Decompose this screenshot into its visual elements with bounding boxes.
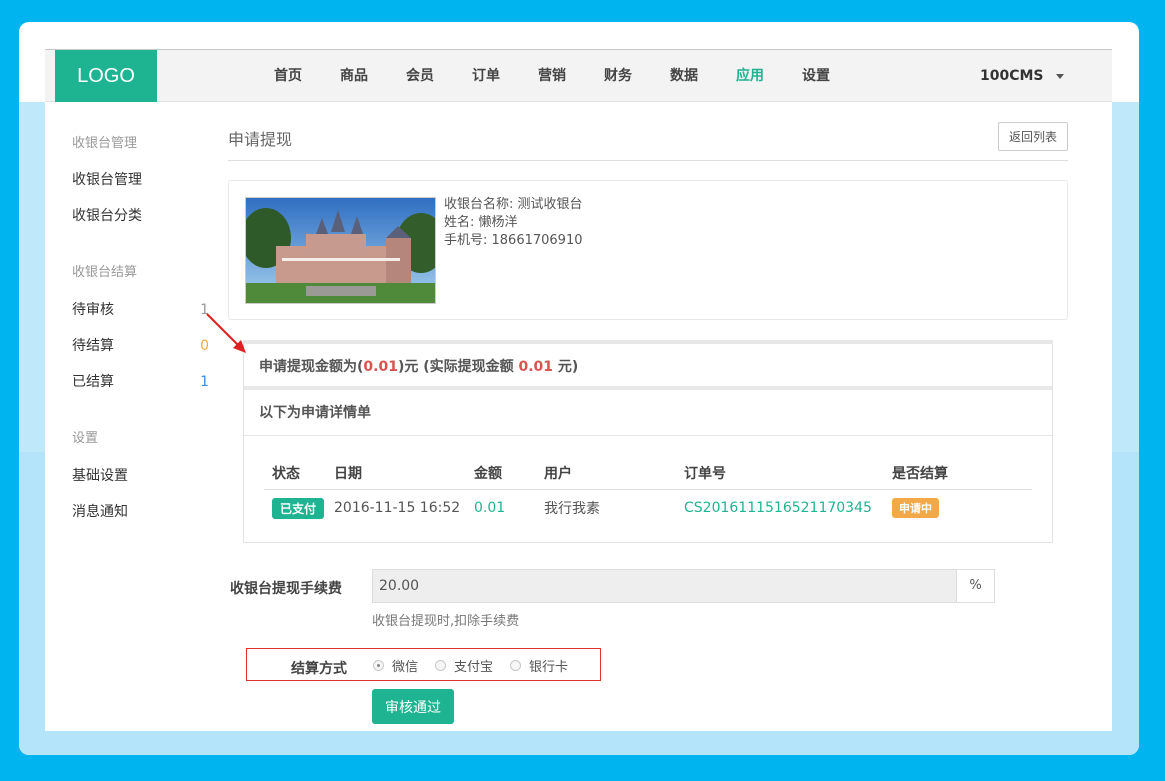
status-badge: 已支付 — [272, 497, 325, 519]
sidebar-item-cashier-manage[interactable]: 收银台管理 — [72, 170, 217, 190]
actual-amount: 0.01 — [518, 359, 554, 375]
cashier-info-card: 收银台名称: 测试收银台 姓名: 懒杨洋 手机号: 18661706910 — [228, 180, 1068, 320]
cashier-info: 收银台名称: 测试收银台 姓名: 懒杨洋 手机号: 18661706910 — [444, 196, 583, 250]
table-header-row: 状态 日期 金额 用户 订单号 是否结算 — [264, 456, 1032, 490]
sidebar-group-settings: 设置 — [72, 431, 99, 446]
percent-addon: % — [957, 569, 995, 603]
sidebar-item-cashier-category[interactable]: 收银台分类 — [72, 206, 217, 226]
nav-item-settings[interactable]: 设置 — [783, 50, 849, 102]
detail-table: 状态 日期 金额 用户 订单号 是否结算 已支付 2016-11-15 16:5… — [264, 456, 1032, 526]
row-date: 2016-11-15 16:52 — [334, 500, 461, 516]
fee-help-text: 收银台提现时,扣除手续费 — [372, 614, 520, 629]
sidebar-item-label: 待审核 — [72, 302, 114, 318]
user-menu[interactable]: 100CMS — [980, 50, 1064, 102]
sidebar-item-to-settle[interactable]: 待结算 0 — [72, 336, 217, 356]
person-name: 姓名: 懒杨洋 — [444, 215, 518, 230]
column-header-status: 状态 — [272, 465, 300, 482]
row-user: 我行我素 — [544, 501, 600, 517]
column-header-amount: 金额 — [474, 465, 502, 482]
cashier-photo — [245, 197, 436, 304]
cashier-name: 收银台名称: 测试收银台 — [444, 197, 583, 212]
amount-suffix: 元) — [553, 359, 579, 375]
settle-status-badge: 申请中 — [892, 498, 939, 518]
phone-number: 手机号: 18661706910 — [444, 233, 583, 248]
settlement-label: 结算方式 — [291, 661, 347, 677]
nav-item-members[interactable]: 会员 — [387, 50, 453, 102]
main-nav: 首页 商品 会员 订单 营销 财务 数据 应用 设置 — [255, 50, 849, 102]
withdrawal-amount-line: 申请提现金额为(0.01)元 (实际提现金额 0.01 元) — [244, 344, 1052, 390]
order-number-link[interactable]: CS2016111516521170345 — [684, 500, 892, 516]
approve-button[interactable]: 审核通过 — [372, 689, 454, 724]
radio-alipay[interactable]: 支付宝 — [435, 656, 493, 675]
sidebar-item-label: 待结算 — [72, 338, 114, 354]
caret-down-icon — [1055, 73, 1064, 79]
top-navbar: LOGO 首页 商品 会员 订单 营销 财务 数据 应用 设置 100CMS — [45, 50, 1112, 102]
settlement-options: 微信 支付宝 银行卡 — [373, 649, 585, 682]
annotation-arrow-icon — [206, 313, 246, 353]
sidebar-item-notifications[interactable]: 消息通知 — [72, 502, 217, 522]
detail-title: 以下为申请详情单 — [244, 390, 1052, 436]
sidebar-item-pending[interactable]: 待审核 1 — [72, 300, 217, 320]
nav-item-home[interactable]: 首页 — [255, 50, 321, 102]
radio-bank-card[interactable]: 银行卡 — [510, 656, 568, 675]
column-header-order-no: 订单号 — [684, 465, 726, 482]
radio-wechat[interactable]: 微信 — [373, 656, 418, 675]
column-header-settled: 是否结算 — [892, 465, 948, 482]
radio-label: 银行卡 — [529, 660, 569, 675]
nav-item-goods[interactable]: 商品 — [321, 50, 387, 102]
nav-item-orders[interactable]: 订单 — [453, 50, 519, 102]
nav-item-finance[interactable]: 财务 — [585, 50, 651, 102]
sidebar-item-label: 已结算 — [72, 374, 114, 390]
fee-label: 收银台提现手续费 — [230, 581, 342, 597]
radio-selected-icon — [373, 660, 384, 671]
sidebar-group-settlement: 收银台结算 — [72, 265, 138, 280]
sidebar-item-basic-settings[interactable]: 基础设置 — [72, 466, 217, 486]
radio-label: 微信 — [392, 660, 419, 675]
amount-prefix: 申请提现金额为( — [259, 359, 364, 375]
requested-amount: 0.01 — [363, 359, 398, 375]
fee-input[interactable]: 20.00 — [372, 569, 957, 603]
row-amount: 0.01 — [474, 500, 506, 516]
column-header-date: 日期 — [334, 465, 362, 482]
app-window: LOGO 首页 商品 会员 订单 营销 财务 数据 应用 设置 100CMS 收… — [45, 49, 1112, 731]
sidebar-group-cashier: 收银台管理 — [72, 136, 138, 151]
radio-label: 支付宝 — [454, 660, 494, 675]
table-row: 已支付 2016-11-15 16:52 0.01 我行我素 CS2016111… — [264, 490, 1032, 526]
sidebar-item-settled[interactable]: 已结算 1 — [72, 372, 217, 392]
nav-item-apps[interactable]: 应用 — [717, 50, 783, 102]
nav-item-data[interactable]: 数据 — [651, 50, 717, 102]
withdrawal-panel: 申请提现金额为(0.01)元 (实际提现金额 0.01 元) 以下为申请详情单 … — [243, 340, 1053, 543]
amount-mid: )元 (实际提现金额 — [397, 359, 519, 375]
settlement-method-group: 结算方式 微信 支付宝 银行卡 — [246, 648, 601, 681]
column-header-user: 用户 — [544, 465, 572, 482]
logo[interactable]: LOGO — [55, 50, 157, 102]
divider — [228, 160, 1068, 161]
page-title: 申请提现 — [228, 130, 293, 149]
user-name: 100CMS — [980, 68, 1044, 84]
back-to-list-button[interactable]: 返回列表 — [998, 122, 1068, 151]
radio-unselected-icon — [435, 660, 447, 671]
nav-item-marketing[interactable]: 营销 — [519, 50, 585, 102]
radio-unselected-icon — [510, 660, 522, 671]
settled-count: 1 — [200, 374, 209, 390]
